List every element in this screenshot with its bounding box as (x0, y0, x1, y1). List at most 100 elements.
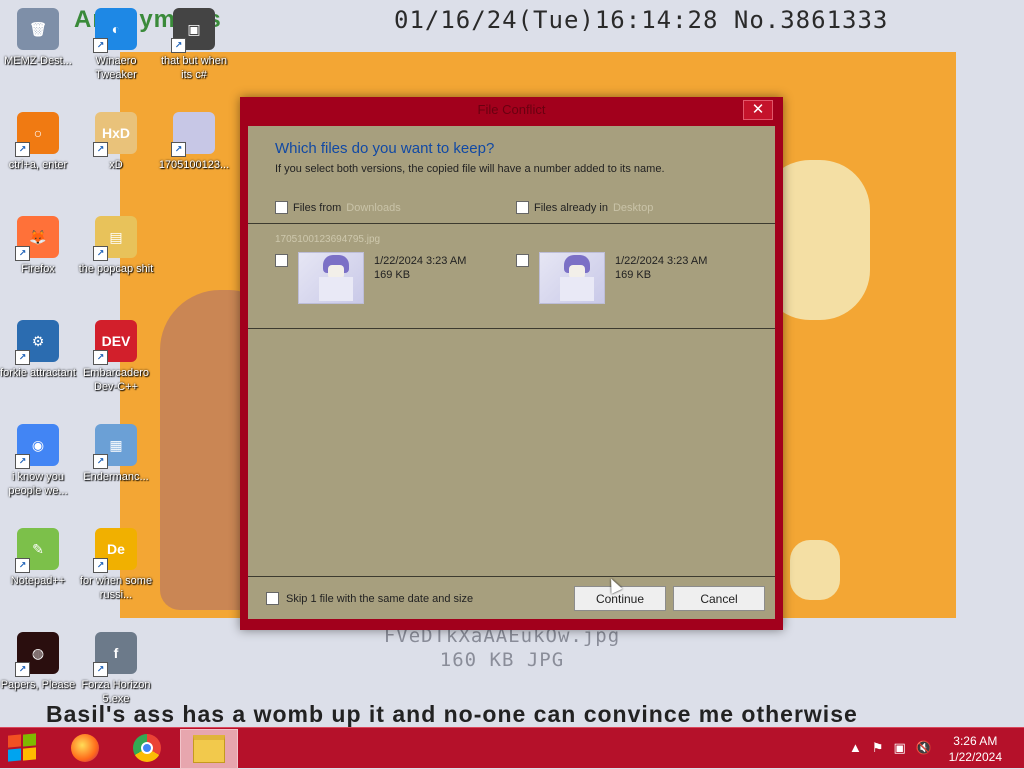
desktop-icon[interactable]: DEV ↗ Embarcadero Dev-C++ (78, 320, 154, 394)
devcpp-icon: DEV ↗ (93, 320, 137, 365)
chrome-icon (133, 734, 161, 762)
chrome-icon: ◉ ↗ (15, 424, 59, 469)
right-column-prefix: Files already in (534, 201, 608, 214)
desktop-icon[interactable]: ▣ ↗ that but when its c# (156, 8, 232, 82)
desktop-icon-label: i know you people we... (8, 471, 68, 497)
file-explorer-icon (193, 735, 225, 763)
cancel-button[interactable]: Cancel (673, 586, 765, 611)
system-tray: ▲ ⚑ ▣ 🔇 (849, 740, 932, 756)
system-clock[interactable]: 3:26 AM 1/22/2024 (949, 733, 1002, 765)
shortcut-arrow-icon: ↗ (93, 350, 108, 365)
papers-please-icon: ◍ ↗ (15, 632, 59, 677)
start-button[interactable] (8, 733, 38, 762)
action-center-flag-icon[interactable]: ⚑ (872, 740, 884, 756)
desktop-icon-label: 1705100123... (158, 159, 230, 171)
destination-file-size: 169 KB (615, 269, 652, 281)
source-file-info: 1/22/2024 3:23 AM 169 KB (374, 254, 466, 282)
desktop-icon-label: the popcap shit (78, 263, 154, 275)
taskbar-firefox[interactable] (57, 729, 113, 767)
desktop-icon[interactable]: ↗ 1705100123... (156, 112, 232, 172)
desktop-icon[interactable]: ▦ ↗ Endermanc... (78, 424, 154, 484)
network-icon[interactable]: ▣ (894, 740, 906, 756)
notepadpp-icon: ✎ ↗ (15, 528, 59, 573)
stacked-windows-icon: ▣ ↗ (171, 8, 215, 53)
source-file-size: 169 KB (374, 269, 411, 281)
conflict-file-name: 1705100123694795.jpg (275, 234, 381, 245)
source-file-date: 1/22/2024 3:23 AM (374, 255, 467, 267)
select-all-destination-checkbox[interactable] (516, 201, 529, 214)
desktop-icon[interactable]: f ↗ Forza Horizon 5.exe (78, 632, 154, 706)
desktop-icon[interactable]: ✎ ↗ Notepad++ (0, 528, 76, 588)
desktop-icon-label: Endermanc... (83, 471, 149, 483)
desktop-icon[interactable]: 🗑 MEMZ-Dest... (0, 8, 76, 68)
recycle-bin-icon: 🗑 (17, 8, 59, 50)
window-app-icon: ▦ ↗ (93, 424, 137, 469)
desktop-icon[interactable]: 🦊 ↗ Firefox (0, 216, 76, 276)
shortcut-arrow-icon: ↗ (93, 454, 108, 469)
firefox-icon (71, 734, 99, 762)
shortcut-arrow-icon: ↗ (15, 558, 30, 573)
shortcut-arrow-icon: ↗ (15, 454, 30, 469)
shortcut-arrow-icon: ↗ (93, 246, 108, 261)
clock-time: 3:26 AM (953, 734, 998, 748)
divider (248, 576, 775, 577)
shortcut-arrow-icon: ↗ (93, 662, 108, 677)
desktop-icon-label: Notepad++ (10, 575, 66, 587)
destination-file-thumbnail[interactable] (539, 252, 605, 304)
dialog-heading: Which files do you want to keep? (275, 140, 495, 157)
desktop-icon-label: for when some russi... (79, 575, 153, 601)
shortcut-arrow-icon: ↗ (15, 142, 30, 157)
magnifier-icon: ○ ↗ (15, 112, 59, 157)
desktop-icon[interactable]: ◐ ↗ Winaero Tweaker (78, 8, 154, 82)
desktop-icon[interactable]: ▤ ↗ the popcap shit (78, 216, 154, 276)
desktop-icon-label: Winaero Tweaker (95, 55, 137, 81)
desktop-icon[interactable]: De ↗ for when some russi... (78, 528, 154, 602)
source-file-thumbnail[interactable] (298, 252, 364, 304)
desktop-icon[interactable]: ◉ ↗ i know you people we... (0, 424, 76, 498)
desktop-icon[interactable]: ◍ ↗ Papers, Please (0, 632, 76, 692)
dialog-body: Which files do you want to keep? If you … (248, 126, 775, 619)
volume-muted-icon[interactable]: 🔇 (916, 740, 932, 756)
shortcut-arrow-icon: ↗ (93, 142, 108, 157)
hxd-icon: HxD ↗ (93, 112, 137, 157)
skip-same-checkbox[interactable] (266, 592, 279, 605)
show-hidden-icons[interactable]: ▲ (849, 740, 862, 756)
left-column-source: Downloads (346, 201, 401, 214)
divider (248, 328, 775, 329)
skip-same-files-option[interactable]: Skip 1 file with the same date and size (266, 592, 473, 605)
desktop-icon-label: that but when its c# (160, 55, 228, 81)
right-column-header[interactable]: Files already in Desktop (516, 201, 653, 214)
desktop-icon-label: Papers, Please (0, 679, 76, 691)
right-column-source: Desktop (612, 201, 654, 214)
keep-destination-checkbox[interactable] (516, 254, 529, 267)
clock-date: 1/22/2024 (948, 750, 1002, 764)
wallpaper-post-text: Basil's ass has a womb up it and no-one … (46, 701, 858, 727)
destination-file-date: 1/22/2024 3:23 AM (615, 255, 708, 267)
divider (248, 223, 775, 224)
wallpaper-post-stamp: 01/16/24(Tue)16:14:28 No.3861333 (394, 6, 889, 34)
firefox-icon: 🦊 ↗ (15, 216, 59, 261)
folder-icon: ▤ ↗ (93, 216, 137, 261)
desktop-icon[interactable]: ○ ↗ ctrl+a, enter (0, 112, 76, 172)
taskbar-chrome[interactable] (119, 729, 175, 767)
desktop-icon[interactable]: HxD ↗ xD (78, 112, 154, 172)
select-all-source-checkbox[interactable] (275, 201, 288, 214)
wallpaper-file-meta: 160 KB JPG (439, 649, 565, 671)
desktop-icon[interactable]: ⚙ ↗ forkie attractant (0, 320, 76, 380)
skip-same-label: Skip 1 file with the same date and size (286, 592, 474, 605)
left-column-header[interactable]: Files from Downloads (275, 201, 401, 214)
dialog-subtext: If you select both versions, the copied … (275, 163, 665, 175)
destination-file-info: 1/22/2024 3:23 AM 169 KB (615, 254, 707, 282)
flash-icon: f ↗ (93, 632, 137, 677)
destination-file-option[interactable]: 1/22/2024 3:23 AM 169 KB (516, 252, 707, 304)
desktop-icon-label: Firefox (21, 263, 55, 275)
shortcut-arrow-icon: ↗ (171, 38, 186, 53)
close-icon[interactable]: ✕ (743, 100, 773, 120)
shortcut-arrow-icon: ↗ (171, 142, 186, 157)
shortcut-arrow-icon: ↗ (15, 350, 30, 365)
taskbar-file-explorer[interactable] (180, 729, 238, 769)
keep-source-checkbox[interactable] (275, 254, 288, 267)
source-file-option[interactable]: 1/22/2024 3:23 AM 169 KB (275, 252, 466, 304)
monitor-gear-icon: ⚙ ↗ (15, 320, 59, 365)
desktop-icon-label: xD (109, 159, 123, 171)
